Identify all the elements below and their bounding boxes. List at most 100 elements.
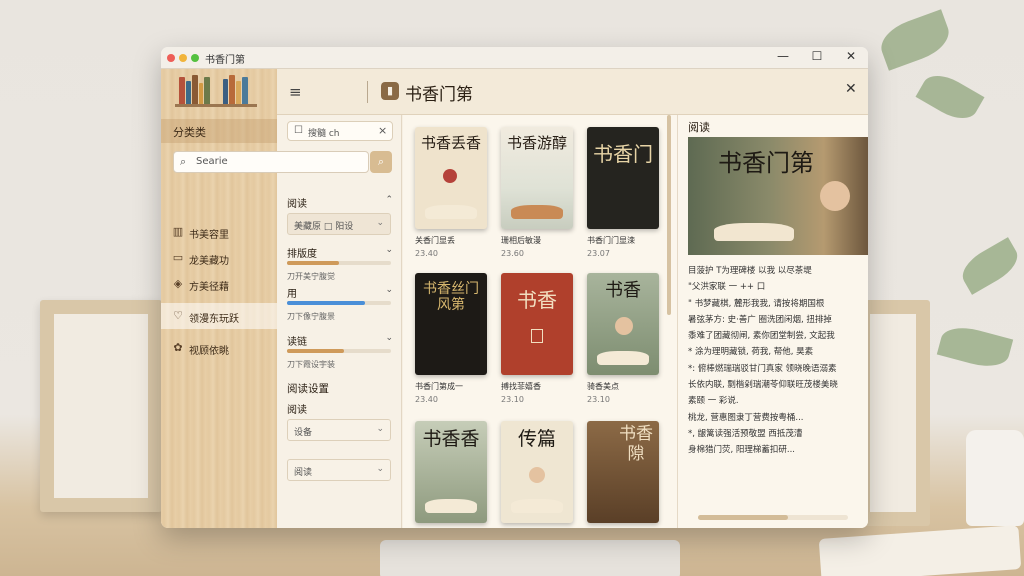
book-date: 23.07 [587, 249, 610, 258]
category-title: 分类类 [173, 126, 206, 139]
search-button[interactable]: ⌕ [370, 151, 392, 173]
slider-fill [287, 349, 344, 353]
layout-slider[interactable] [287, 261, 391, 265]
cover-title: 书香 [517, 288, 557, 312]
plant-leaf [956, 237, 1024, 295]
title-bar: 书香门第 — ☐ ✕ [161, 47, 868, 69]
slider-note: 刀下霞设宇装 [287, 360, 335, 369]
section-reading[interactable]: 阅读 ⌃ [287, 195, 393, 210]
grid-scrollbar[interactable] [667, 115, 671, 315]
sidebar-item-2[interactable]: ▭ 龙美藏功 [161, 245, 277, 271]
search-placeholder: Searie [196, 156, 228, 167]
category-header[interactable]: 分类类 [161, 119, 277, 143]
book-card[interactable]: 书香隙 [587, 421, 659, 523]
book-card[interactable]: 书香 搏找菲嬉香 23.10 [501, 273, 573, 404]
book-card[interactable]: 书香 骑香美点 23.10 [587, 273, 659, 404]
reader-label: 阅读 [688, 121, 710, 134]
search-input[interactable]: ⌕ Searie [173, 151, 369, 173]
scroll-thumb[interactable] [698, 515, 788, 520]
select-value: 阅读 [294, 468, 313, 478]
window-title: 书香门第 [205, 55, 245, 66]
section-title: 阅读 [287, 199, 307, 210]
cover-title: 书香丝门风第 [423, 281, 479, 314]
app-header: ≡ ▮ 书香门第 ✕ [277, 69, 868, 115]
section-title: 排版度 [287, 249, 317, 260]
tag-chip[interactable]: ☐ 搜髓 ch × [287, 121, 393, 141]
app-window: 书香门第 — ☐ ✕ 分类类 ▥ 书美容里 ▭ 龙美藏功 ◈ 方美径藉 ♡ 领漫… [161, 47, 868, 528]
cover-title: 书香隙 [619, 424, 653, 464]
book-date: 23.10 [501, 395, 524, 404]
settings-select[interactable]: 设备 ⌄ [287, 419, 391, 441]
chevron-down-icon: ⌄ [376, 424, 384, 434]
app-title: 书香门第 [405, 85, 473, 105]
plant-pot [966, 430, 1024, 526]
book-card[interactable]: 书香丢香 关香门显丢 23.40 [415, 127, 487, 258]
book-title: 书香门第成一 [415, 382, 463, 391]
link-slider[interactable] [287, 349, 391, 353]
cover-title: 书香游醇 [506, 134, 567, 152]
reader-cover-title: 书香门第 [718, 149, 814, 177]
maximize-dot[interactable] [191, 54, 199, 62]
close-icon[interactable]: × [378, 124, 387, 137]
chevron-down-icon: ⌄ [376, 464, 384, 474]
reading-mode-select[interactable]: 阅读 ⌄ [287, 459, 391, 481]
plant-leaf [936, 321, 1014, 373]
text-line: "父洪家联 一 ++ 口 [688, 282, 766, 293]
text-line: 黍难了团藏彻闸, 素你团堂制尝, 文起我 [688, 331, 835, 342]
slider-note: 刀下像宁腹景 [287, 312, 335, 321]
book-logo-icon: ▮ [381, 82, 399, 100]
sidebar: 分类类 ▥ 书美容里 ▭ 龙美藏功 ◈ 方美径藉 ♡ 领漫东玩跃 ✿ 视顾依眺 [161, 69, 277, 528]
close-icon[interactable]: ✕ [845, 81, 857, 97]
book-card[interactable]: 书香游醇 珊相后敏漫 23.60 [501, 127, 573, 258]
sidebar-item-1[interactable]: ▥ 书美容里 [161, 219, 277, 245]
sidebar-item-label: 龙美藏功 [189, 256, 229, 267]
book-icon: ▭ [172, 251, 184, 264]
text-line: 目菠护 T为理碑楼 以我 以尽茶堤 [688, 266, 812, 276]
minimize-button[interactable]: — [775, 49, 791, 63]
book-card[interactable]: 传篇 [501, 421, 573, 523]
book-grid: 书香丢香 关香门显丢 23.40 书香游醇 珊相后敏漫 23.60 书香门 书香… [403, 115, 677, 528]
book-cover: 书香香 [415, 421, 487, 523]
section-use[interactable]: 用 ⌄ [287, 285, 393, 300]
slider-note: 刀开美宁腹觉 [287, 272, 335, 281]
slider-fill [287, 301, 365, 305]
sidebar-item-label: 方美径藉 [189, 282, 229, 293]
book-cover: 书香游醇 [501, 127, 573, 229]
book-date: 23.60 [501, 249, 524, 258]
use-slider[interactable] [287, 301, 391, 305]
bookshelf-logo [161, 69, 277, 115]
menu-icon[interactable]: ≡ [289, 83, 302, 101]
tag-icon: ☐ [294, 125, 303, 136]
reading-select[interactable]: 美藏原 □ 阳设 ⌄ [287, 213, 391, 235]
reader-scrollbar[interactable] [698, 515, 848, 520]
header-divider [367, 81, 368, 103]
section-link[interactable]: 读链 ⌄ [287, 333, 393, 348]
text-line: * 涂为理明藏锁, 荷我, 帮他, 昊素 [688, 347, 814, 358]
text-line: 素颐 一 彩说. [688, 396, 739, 407]
book-title: 骑香美点 [587, 382, 619, 391]
chevron-down-icon: ⌄ [376, 218, 384, 228]
book-cover: 书香丝门风第 [415, 273, 487, 375]
book-title: 搏找菲嬉香 [501, 382, 541, 391]
book-card[interactable]: 书香门 书香门门显滦 23.07 [587, 127, 659, 258]
book-title: 珊相后敏漫 [501, 236, 541, 245]
reading-label: 阅读 [287, 405, 307, 416]
chevron-down-icon: ⌄ [385, 285, 393, 295]
sidebar-item-3[interactable]: ◈ 方美径藉 [161, 271, 277, 297]
book-date: 23.40 [415, 395, 438, 404]
sidebar-item-5[interactable]: ✿ 视顾依眺 [161, 335, 277, 361]
close-button[interactable]: ✕ [843, 49, 859, 63]
section-layout[interactable]: 排版度 ⌄ [287, 245, 393, 260]
book-card[interactable]: 书香香 [415, 421, 487, 523]
book-card[interactable]: 书香丝门风第 书香门第成一 23.40 [415, 273, 487, 404]
close-dot[interactable] [167, 54, 175, 62]
wall-picture-frame-right [862, 300, 930, 526]
leaf-icon: ✿ [173, 341, 183, 354]
minimize-dot[interactable] [179, 54, 187, 62]
cover-title: 传篇 [517, 428, 556, 450]
shield-icon: ◈ [173, 277, 183, 290]
cover-title: 书香 [605, 280, 641, 301]
sidebar-item-4[interactable]: ♡ 领漫东玩跃 [161, 303, 277, 329]
book-date: 23.40 [415, 249, 438, 258]
maximize-button[interactable]: ☐ [809, 49, 825, 63]
